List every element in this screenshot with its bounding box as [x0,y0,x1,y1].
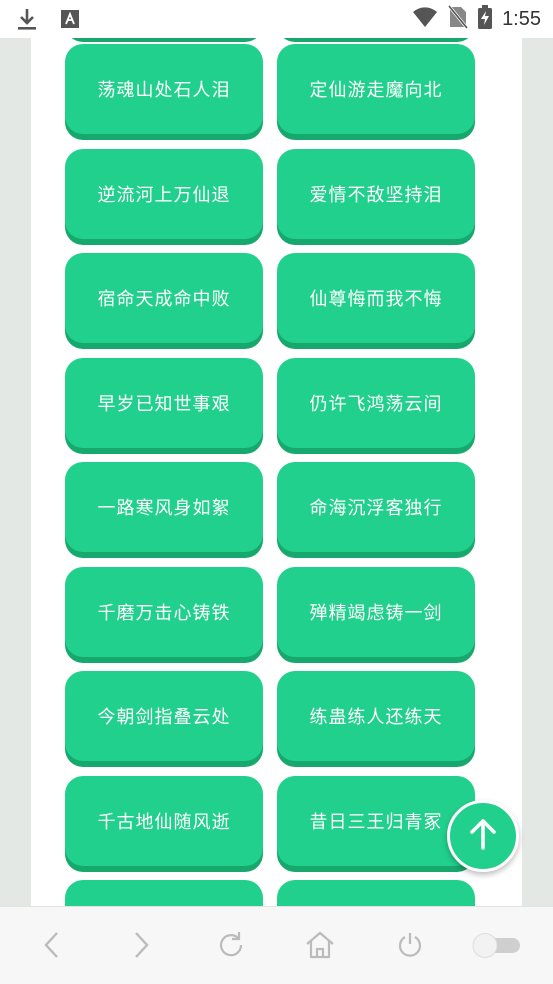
text-a-icon [60,9,80,33]
poem-line-button[interactable]: 逆流河上万仙退 [65,148,263,239]
poem-line-button[interactable]: 今朝剑指叠云处 [65,671,263,761]
refresh-icon[interactable] [215,929,247,961]
poem-line-label: 千磨万击心铸铁 [97,602,231,624]
scroll-to-top-button[interactable] [447,800,519,872]
status-time: 1:55 [502,7,541,30]
forward-icon[interactable] [125,929,157,961]
poem-line-label: 命海沉浮客独行 [309,498,443,519]
poem-line-button[interactable]: 千古地仙随风逝 [65,775,263,866]
poem-line-button[interactable]: 爱情不敌坚持泪 [277,148,475,239]
poem-line-label: 爱情不敌坚持泪 [309,184,443,206]
battery-charging-icon [478,5,493,33]
poem-line-label: 逆流河上万仙退 [97,184,231,206]
poem-line-label: 仍许飞鸿荡云间 [309,393,443,415]
poem-line-button[interactable]: 命海沉浮客独行 [277,462,475,552]
status-bar: 1:55 [0,0,553,38]
poem-line-label: 仙尊悔而我不悔 [309,289,443,310]
poem-line-label: 昔日三王归青冢 [309,811,443,833]
poem-line-label: 今朝剑指叠云处 [97,707,231,728]
poem-line-button[interactable]: 宿命天成命中败 [65,253,263,343]
poem-line-button[interactable]: 仙尊悔而我不悔 [277,253,475,343]
poem-line-label: 早岁已知世事艰 [97,393,231,415]
no-sim-icon [447,5,469,33]
poem-line-button[interactable]: 一路寒风身如絮 [65,462,263,552]
poem-line-button[interactable]: 定仙游走魔向北 [277,44,475,134]
wifi-icon [412,6,438,32]
poem-line-label: 千古地仙随风逝 [97,811,231,833]
poem-line-label: 练蛊练人还练天 [309,707,443,728]
home-icon[interactable] [304,929,336,961]
poem-line-button[interactable]: 仍许飞鸿荡云间 [277,357,475,448]
poem-line-label: 一路寒风身如絮 [97,498,231,519]
poem-line-button[interactable]: 千磨万击心铸铁 [65,566,263,657]
bottom-nav [0,906,553,984]
arrow-up-icon [468,818,498,854]
poem-line-button[interactable]: 殚精竭虑铸一剑 [277,566,475,657]
poem-line-label: 殚精竭虑铸一剑 [309,602,443,624]
poem-line-label: 荡魂山处石人泪 [97,80,231,101]
poem-line-label: 定仙游走魔向北 [309,80,443,101]
poem-line-button[interactable]: 早岁已知世事艰 [65,357,263,448]
poem-line-button[interactable]: 荡魂山处石人泪 [65,44,263,134]
toggle-switch[interactable] [470,929,522,961]
poem-line-label: 宿命天成命中败 [97,289,231,310]
download-icon [16,7,38,35]
poem-line-button[interactable]: 昔日三王归青冢 [277,775,475,866]
power-icon[interactable] [394,929,426,961]
poem-line-button[interactable]: 练蛊练人还练天 [277,671,475,761]
back-icon[interactable] [36,929,68,961]
